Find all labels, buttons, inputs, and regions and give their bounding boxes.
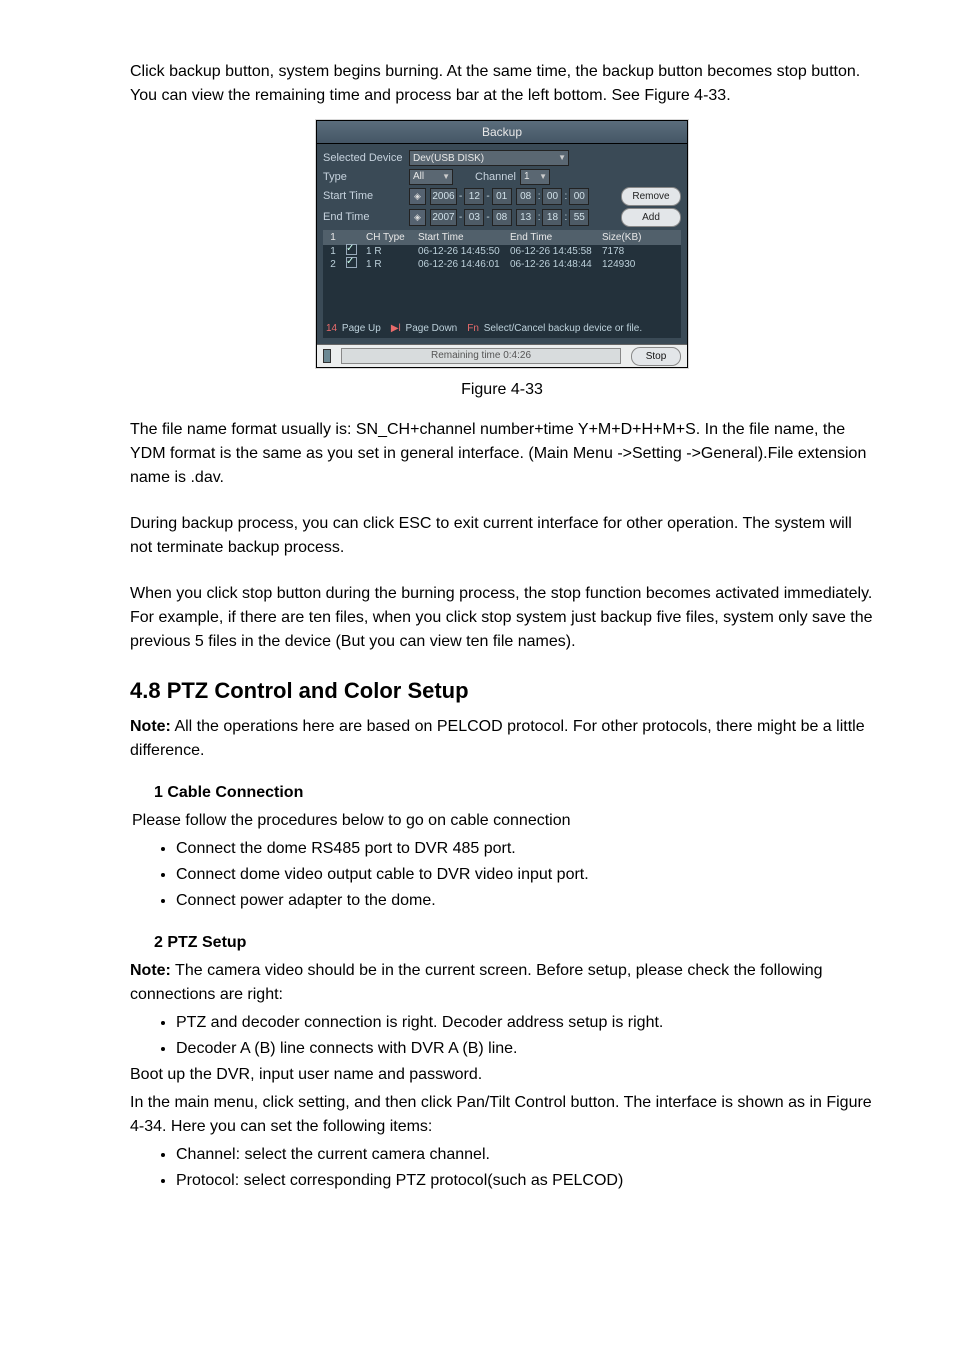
cell-size: 124930	[599, 257, 655, 272]
end-day[interactable]: 08	[492, 209, 512, 226]
end-hh[interactable]: 13	[516, 209, 536, 226]
stop-button[interactable]: Stop	[631, 347, 681, 366]
page-down-hint: ▶l Page Down	[391, 321, 457, 336]
paragraph-esc: During backup process, you can click ESC…	[130, 512, 874, 560]
paragraph-filename: The file name format usually is: SN_CH+c…	[130, 418, 874, 490]
page-down-key: ▶l	[391, 323, 401, 334]
ptz-check-list: PTZ and decoder connection is right. Dec…	[154, 1011, 874, 1061]
channel-combo[interactable]: 1 ▼	[520, 169, 550, 185]
label-channel: Channel	[475, 169, 516, 186]
label-type: Type	[323, 169, 405, 186]
calendar-icon[interactable]: ◈	[409, 188, 426, 205]
start-ss[interactable]: 00	[569, 188, 589, 205]
note-label: Note:	[130, 718, 171, 735]
select-cancel-hint: Fn Select/Cancel backup device or file.	[467, 321, 642, 336]
list-item: Decoder A (B) line connects with DVR A (…	[176, 1037, 874, 1061]
result-table: 1 CH Type Start Time End Time Size(KB) 1…	[323, 230, 681, 338]
col-end-time: End Time	[507, 230, 599, 245]
label-selected-device: Selected Device	[323, 150, 405, 167]
remove-button[interactable]: Remove	[621, 187, 681, 206]
cell-index: 2	[323, 257, 343, 272]
end-mm[interactable]: 18	[542, 209, 562, 226]
figure-caption: Figure 4-33	[130, 378, 874, 402]
add-button[interactable]: Add	[621, 208, 681, 227]
cell-end: 06-12-26 14:48:44	[507, 257, 599, 272]
paragraph-boot: Boot up the DVR, input user name and pas…	[130, 1063, 874, 1087]
start-hh[interactable]: 08	[516, 188, 536, 205]
label-end-time: End Time	[323, 209, 405, 226]
cell-check[interactable]	[343, 257, 363, 273]
start-mm[interactable]: 00	[542, 188, 562, 205]
cable-connection-list: Connect the dome RS485 port to DVR 485 p…	[154, 837, 874, 913]
list-item: Connect the dome RS485 port to DVR 485 p…	[176, 837, 874, 861]
page-up-hint: 14 Page Up	[326, 321, 381, 336]
table-row[interactable]: 2 1 R06-12-26 14:46:0106-12-26 14:48:4412…	[323, 258, 681, 271]
type-value: All	[413, 169, 424, 184]
list-item: Connect dome video output cable to DVR v…	[176, 863, 874, 887]
end-year[interactable]: 2007	[430, 209, 457, 226]
page-up-key: 14	[326, 323, 337, 334]
label-start-time: Start Time	[323, 188, 405, 205]
subheading-cable: 1 Cable Connection	[154, 781, 874, 805]
paragraph-cable-intro: Please follow the procedures below to go…	[132, 809, 874, 833]
remaining-time: Remaining time 0:4:26	[341, 348, 621, 364]
col-index: 1	[323, 230, 343, 245]
list-item: Protocol: select corresponding PTZ proto…	[176, 1169, 874, 1193]
end-ss[interactable]: 55	[569, 209, 589, 226]
backup-dialog: Backup Selected Device Dev(USB DISK) ▼ T…	[316, 120, 688, 368]
paragraph-stop: When you click stop button during the bu…	[130, 582, 874, 654]
type-combo[interactable]: All ▼	[409, 169, 453, 185]
selected-device-combo[interactable]: Dev(USB DISK) ▼	[409, 150, 569, 166]
paragraph-note-protocol: Note: All the operations here are based …	[130, 715, 874, 763]
start-year[interactable]: 2006	[430, 188, 457, 205]
cell-ch-type: 1 R	[363, 257, 415, 272]
col-size: Size(KB)	[599, 230, 655, 245]
paragraph-ptz-note: Note: The camera video should be in the …	[130, 959, 874, 1007]
section-4-8-heading: 4.8 PTZ Control and Color Setup	[130, 674, 874, 707]
list-item: Connect power adapter to the dome.	[176, 889, 874, 913]
start-month[interactable]: 12	[464, 188, 484, 205]
paragraph-intro: Click backup button, system begins burni…	[130, 60, 874, 108]
dialog-title: Backup	[317, 121, 687, 144]
ptz-set-list: Channel: select the current camera chann…	[154, 1143, 874, 1193]
chevron-down-icon: ▼	[539, 171, 547, 183]
paragraph-mainmenu: In the main menu, click setting, and the…	[130, 1091, 874, 1139]
col-start-time: Start Time	[415, 230, 507, 245]
list-item: PTZ and decoder connection is right. Dec…	[176, 1011, 874, 1035]
channel-value: 1	[524, 169, 530, 184]
progress-bar	[323, 349, 331, 363]
end-month[interactable]: 03	[464, 209, 484, 226]
fn-key: Fn	[467, 323, 479, 334]
chevron-down-icon: ▼	[442, 171, 450, 183]
chevron-down-icon: ▼	[558, 152, 566, 164]
subheading-ptz: 2 PTZ Setup	[154, 931, 874, 955]
start-day[interactable]: 01	[492, 188, 512, 205]
selected-device-value: Dev(USB DISK)	[413, 151, 484, 166]
list-item: Channel: select the current camera chann…	[176, 1143, 874, 1167]
col-ch-type: CH Type	[363, 230, 415, 245]
calendar-icon[interactable]: ◈	[409, 209, 426, 226]
note-label: Note:	[130, 962, 171, 979]
cell-start: 06-12-26 14:46:01	[415, 257, 507, 272]
